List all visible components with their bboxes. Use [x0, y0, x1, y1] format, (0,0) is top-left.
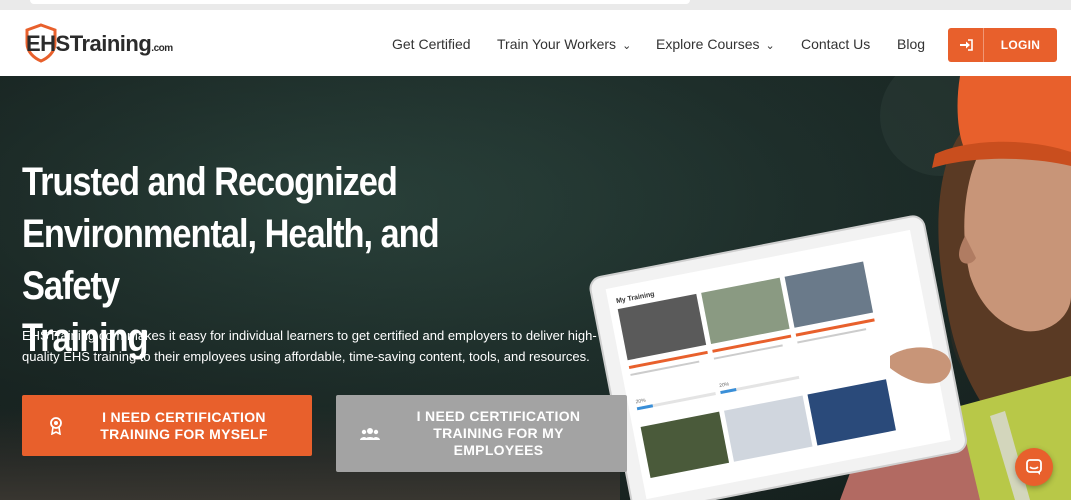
cta-certification-myself-button[interactable]: I NEED CERTIFICATION TRAINING FOR MYSELF: [22, 395, 312, 456]
sign-in-icon: [948, 28, 984, 62]
cta-primary-label: I NEED CERTIFICATION TRAINING FOR MYSELF: [100, 408, 268, 442]
browser-top-strip: [0, 0, 1071, 10]
site-header: EHSTraining.com Get Certified Train Your…: [0, 10, 1071, 76]
hero-section: My Training 20% 20% Trusted and Recogniz…: [0, 76, 1071, 500]
nav-explore-courses[interactable]: Explore Courses ⌄: [656, 36, 775, 52]
top-strip-bar: [30, 0, 690, 4]
users-icon: [350, 427, 390, 441]
chevron-down-icon: ⌄: [765, 40, 775, 52]
logo-text: EHSTraining.com: [26, 31, 173, 56]
award-icon: [36, 416, 76, 435]
login-label: LOGIN: [1000, 38, 1041, 52]
hero-illustration: My Training 20% 20%: [589, 76, 1071, 500]
nav-blog[interactable]: Blog: [897, 36, 925, 52]
site-logo[interactable]: EHSTraining.com: [24, 20, 173, 66]
cta-certification-employees-button[interactable]: I NEED CERTIFICATION TRAINING FOR MY EMP…: [336, 395, 627, 472]
chat-launcher-button[interactable]: [1015, 448, 1053, 486]
nav-train-your-workers[interactable]: Train Your Workers ⌄: [497, 36, 631, 52]
chat-icon: [1026, 459, 1042, 475]
login-button[interactable]: LOGIN: [948, 28, 1057, 62]
hero-description: EHSTraining.com makes it easy for indivi…: [22, 328, 597, 364]
cta-secondary-label: I NEED CERTIFICATION TRAINING FOR MY EMP…: [416, 408, 581, 458]
nav-get-certified[interactable]: Get Certified: [392, 36, 471, 52]
nav-contact-us[interactable]: Contact Us: [801, 36, 870, 52]
chevron-down-icon: ⌄: [622, 40, 632, 52]
